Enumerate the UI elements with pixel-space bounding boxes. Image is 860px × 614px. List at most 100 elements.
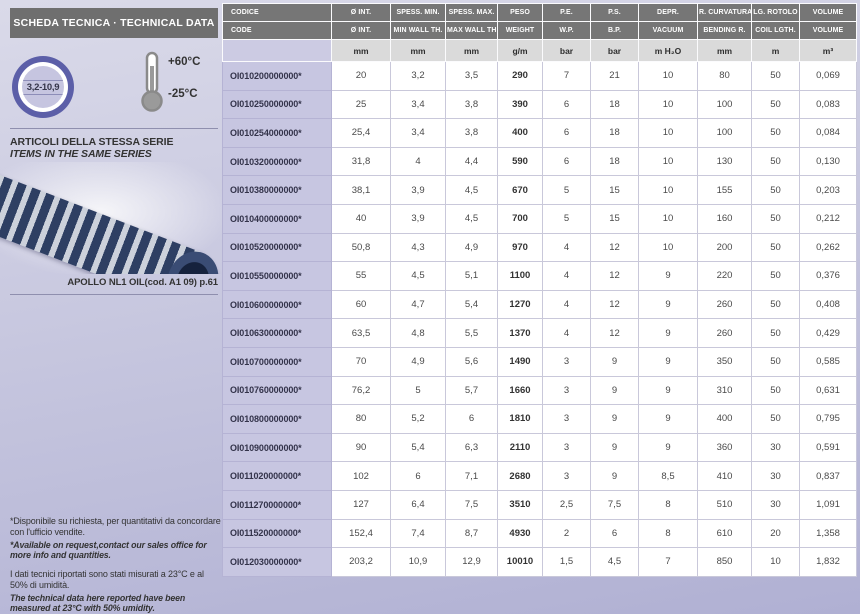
table-data-cell: 9 <box>639 376 698 405</box>
table-data-cell: 0,408 <box>800 290 857 319</box>
table-data-cell: 12 <box>591 290 639 319</box>
table-data-cell: 1,091 <box>800 490 857 519</box>
table-data-cell: OI010900000000* <box>223 433 332 462</box>
header-it-cell: P.E. <box>543 4 591 22</box>
table-data-cell: 3510 <box>498 490 543 519</box>
table-data-cell: 350 <box>698 347 752 376</box>
table-data-cell: OI012030000000* <box>223 548 332 577</box>
table-data-cell: 0,262 <box>800 233 857 262</box>
table-data-cell: 9 <box>591 376 639 405</box>
table-data-cell: 10 <box>639 119 698 148</box>
table-data-cell: 410 <box>698 462 752 491</box>
table-data-cell: 4,3 <box>391 233 446 262</box>
units-cell: mm <box>332 40 391 62</box>
table-data-cell: 5 <box>543 204 591 233</box>
table-data-cell: 590 <box>498 147 543 176</box>
table-data-cell: 12,9 <box>446 548 498 577</box>
table-data-cell: 400 <box>698 405 752 434</box>
table-data-cell: 670 <box>498 176 543 205</box>
table-data-cell: 90 <box>332 433 391 462</box>
badge-ring: 3,2-10,9 <box>18 62 68 112</box>
table-data-cell: 10 <box>752 548 800 577</box>
table-data-cell: 8,7 <box>446 519 498 548</box>
header-en-cell: MIN WALL TH. <box>391 22 446 40</box>
units-cell: bar <box>543 40 591 62</box>
technical-data-table: CODICEØ INT.SPESS. MIN.SPESS. MAX.PESOP.… <box>222 3 857 577</box>
table-data-cell: OI010520000000* <box>223 233 332 262</box>
units-cell: m H₂O <box>639 40 698 62</box>
table-data-cell: 4 <box>391 147 446 176</box>
table-data-cell: 9 <box>591 347 639 376</box>
table-data-cell: 1,358 <box>800 519 857 548</box>
table-data-cell: 203,2 <box>332 548 391 577</box>
table-data-cell: 127 <box>332 490 391 519</box>
header-it-cell: Ø INT. <box>332 4 391 22</box>
table-data-cell: 50,8 <box>332 233 391 262</box>
same-series-item-caption: APOLLO NL1 OIL(cod. A1 09) p.61 <box>10 277 218 288</box>
table-data-cell: 4,4 <box>446 147 498 176</box>
table-data-row: OI010520000000*50,84,34,997041210200500,… <box>223 233 857 262</box>
table-data-cell: 1490 <box>498 347 543 376</box>
table-data-cell: 2 <box>543 519 591 548</box>
table-data-cell: 160 <box>698 204 752 233</box>
table-data-cell: 25,4 <box>332 119 391 148</box>
table-data-row: OI010380000000*38,13,94,567051510155500,… <box>223 176 857 205</box>
table-data-cell: 12 <box>591 233 639 262</box>
header-en-cell: COIL LGTH. <box>752 22 800 40</box>
table-data-cell: 6 <box>543 119 591 148</box>
table-data-cell: 4,7 <box>391 290 446 319</box>
table-data-cell: 0,585 <box>800 347 857 376</box>
table-data-cell: 5,2 <box>391 405 446 434</box>
table-data-cell: 20 <box>752 519 800 548</box>
table-data-cell: 12 <box>591 319 639 348</box>
header-en-cell: WEIGHT <box>498 22 543 40</box>
table-data-cell: 50 <box>752 176 800 205</box>
table-data-cell: 10 <box>639 176 698 205</box>
table-data-cell: 9 <box>639 262 698 291</box>
table-data-cell: 3,8 <box>446 119 498 148</box>
table-data-cell: 7,1 <box>446 462 498 491</box>
table-data-row: OI010200000000*203,23,52907211080500,069 <box>223 62 857 91</box>
table-data-cell: 5,4 <box>391 433 446 462</box>
header-it-cell: VOLUME <box>800 4 857 22</box>
header-it-cell: SPESS. MIN. <box>391 4 446 22</box>
table-data-cell: 6,3 <box>446 433 498 462</box>
units-cell: mm <box>698 40 752 62</box>
spiral-hose-image <box>0 162 222 274</box>
units-cell: mm <box>446 40 498 62</box>
table-data-row: OI011020000000*10267,12680398,5410300,83… <box>223 462 857 491</box>
table-data-cell: 50 <box>752 62 800 91</box>
table-data-row: OI010800000000*805,261810399400500,795 <box>223 405 857 434</box>
sidebar: SCHEDA TECNICA · TECHNICAL DATA 3,2-10,9… <box>0 0 222 614</box>
table-data-row: OI010320000000*31,844,459061810130500,13… <box>223 147 857 176</box>
units-cell: m <box>752 40 800 62</box>
table-data-row: OI012030000000*203,210,912,9100101,54,57… <box>223 548 857 577</box>
table-data-cell: 260 <box>698 290 752 319</box>
badge-disc: 3,2-10,9 <box>22 66 64 108</box>
table-data-cell: 38,1 <box>332 176 391 205</box>
table-data-cell: 10 <box>639 147 698 176</box>
footnote-measurement-en: The technical data here reported have be… <box>10 593 222 614</box>
table-data-cell: OI010250000000* <box>223 90 332 119</box>
footnote-measurement: I dati tecnici riportati sono stati misu… <box>10 569 222 614</box>
table-data-cell: 20 <box>332 62 391 91</box>
table-data-cell: 30 <box>752 490 800 519</box>
table-data-cell: 3,5 <box>446 62 498 91</box>
table-data-cell: 10 <box>639 62 698 91</box>
table-data-cell: OI010630000000* <box>223 319 332 348</box>
header-en-cell: VOLUME <box>800 22 857 40</box>
table-data-cell: OI011270000000* <box>223 490 332 519</box>
table-data-cell: 50 <box>752 405 800 434</box>
table-data-cell: 12 <box>591 262 639 291</box>
table-data-cell: 2680 <box>498 462 543 491</box>
table-data-cell: 1270 <box>498 290 543 319</box>
table-data-cell: 6 <box>391 462 446 491</box>
table-data-cell: 9 <box>639 290 698 319</box>
table-data-cell: 8,5 <box>639 462 698 491</box>
table-data-cell: 40 <box>332 204 391 233</box>
table-data-cell: 0,429 <box>800 319 857 348</box>
table-data-cell: 6,4 <box>391 490 446 519</box>
header-it-cell: DEPR. <box>639 4 698 22</box>
table-data-row: OI011270000000*1276,47,535102,57,5851030… <box>223 490 857 519</box>
table-data-cell: 0,130 <box>800 147 857 176</box>
